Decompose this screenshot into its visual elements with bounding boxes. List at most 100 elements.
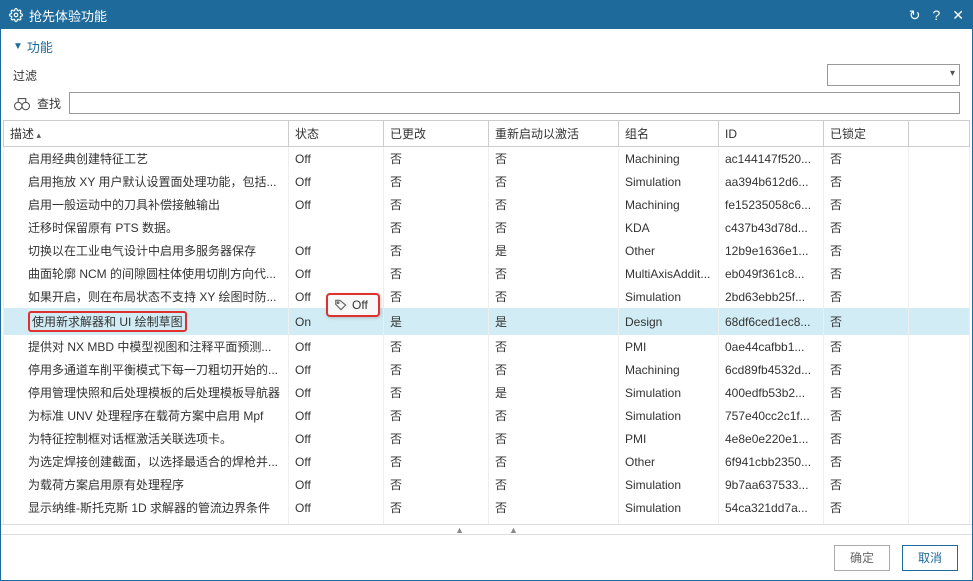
cell-locked: 否 bbox=[824, 519, 909, 524]
cell-group: Simulation bbox=[619, 170, 719, 193]
cell-group: MultiAxisAddit... bbox=[619, 262, 719, 285]
table-row[interactable]: 显示纳维-斯托克斯 1D 求解器的管流边界条件Off否否Simulation54… bbox=[4, 496, 970, 519]
cell-changed: 否 bbox=[384, 335, 489, 358]
cell-changed: 否 bbox=[384, 473, 489, 496]
cell-changed: 否 bbox=[384, 519, 489, 524]
cell-state[interactable]: Off bbox=[289, 519, 384, 524]
binoculars-icon[interactable] bbox=[13, 95, 33, 111]
cell-desc: 启用一般运动中的刀具补偿接触输出 bbox=[4, 193, 289, 216]
cell-state[interactable]: Off bbox=[289, 473, 384, 496]
col-header-restart[interactable]: 重新启动以激活 bbox=[489, 121, 619, 147]
cell-group: PMI bbox=[619, 335, 719, 358]
table-row[interactable]: 提供对 NX MBD 中模型视图和注释平面预测...Off否否PMI0ae44c… bbox=[4, 335, 970, 358]
cell-id: 757e40cc2c1f... bbox=[719, 404, 824, 427]
table-row[interactable]: 曲面轮廓 NCM 的间隙圆柱体使用切削方向代...Off否否MultiAxisA… bbox=[4, 262, 970, 285]
col-header-locked[interactable]: 已锁定 bbox=[824, 121, 909, 147]
cell-state[interactable]: Off bbox=[289, 193, 384, 216]
cell-restart: 否 bbox=[489, 427, 619, 450]
col-header-state[interactable]: 状态 bbox=[289, 121, 384, 147]
search-input[interactable] bbox=[69, 92, 960, 114]
ok-button[interactable]: 确定 bbox=[834, 545, 890, 571]
col-header-desc[interactable]: 描述 bbox=[4, 121, 289, 147]
cell-state[interactable]: Off bbox=[289, 147, 384, 171]
cell-changed: 否 bbox=[384, 193, 489, 216]
cell-locked: 否 bbox=[824, 427, 909, 450]
table-row[interactable]: 切换以在工业电气设计中启用多服务器保存Off否是Other12b9e1636e1… bbox=[4, 239, 970, 262]
cell-locked: 否 bbox=[824, 308, 909, 335]
cell-state[interactable]: Off bbox=[289, 262, 384, 285]
cell-id: 54ca321dd7a... bbox=[719, 496, 824, 519]
cell-desc: 曲面轮廓 NCM 的间隙圆柱体使用切削方向代... bbox=[4, 262, 289, 285]
cell-id: 8473233d8d2... bbox=[719, 519, 824, 524]
table-row[interactable]: 停用管理快照和后处理模板的后处理模板导航器Off否是Simulation400e… bbox=[4, 381, 970, 404]
table-row[interactable]: 为特征控制框对话框激活关联选项卡。Off否否PMI4e8e0e220e1...否 bbox=[4, 427, 970, 450]
close-icon[interactable]: ✕ bbox=[952, 7, 964, 24]
titlebar: 抢先体验功能 ↻ ? ✕ bbox=[1, 1, 972, 29]
cell-desc: 为标准 UNV 处理程序在载荷方案中启用 Mpf bbox=[4, 404, 289, 427]
cell-state[interactable]: Off bbox=[289, 381, 384, 404]
footer: 确定 取消 bbox=[1, 534, 972, 580]
cell-restart: 否 bbox=[489, 404, 619, 427]
cell-id: 6cd89fb4532d... bbox=[719, 358, 824, 381]
cell-locked: 否 bbox=[824, 193, 909, 216]
filter-dropdown[interactable] bbox=[827, 64, 960, 86]
table-row[interactable]: 停用多通道车削平衡模式下每一刀粗切开始的...Off否否Machining6cd… bbox=[4, 358, 970, 381]
cell-locked: 否 bbox=[824, 147, 909, 171]
cell-group: Simulation bbox=[619, 285, 719, 308]
cell-restart: 否 bbox=[489, 285, 619, 308]
grid: 描述 状态 已更改 重新启动以激活 组名 ID 已锁定 启用经典创建特征工艺Of… bbox=[3, 120, 970, 524]
cell-group: Simulation bbox=[619, 473, 719, 496]
cell-id: 6f941cbb2350... bbox=[719, 450, 824, 473]
cell-restart: 是 bbox=[489, 239, 619, 262]
cell-state[interactable]: Off bbox=[289, 170, 384, 193]
cell-changed: 否 bbox=[384, 404, 489, 427]
resizer-handle[interactable]: ▲ xxxxxxxxxx ▲ bbox=[1, 524, 972, 534]
cancel-button[interactable]: 取消 bbox=[902, 545, 958, 571]
refresh-icon[interactable]: ↻ bbox=[909, 7, 921, 24]
table-row[interactable]: 迁移时保留原有 PTS 数据。否否KDAc437b43d78d...否 bbox=[4, 216, 970, 239]
table-row[interactable]: 如果开启，则在布局状态不支持 XY 绘图时防...Off否否Simulation… bbox=[4, 285, 970, 308]
window-title: 抢先体验功能 bbox=[29, 6, 909, 25]
cell-changed: 否 bbox=[384, 239, 489, 262]
cell-id: 12b9e1636e1... bbox=[719, 239, 824, 262]
cell-id: 400edfb53b2... bbox=[719, 381, 824, 404]
table-row[interactable]: 用户可以使用过切检查对话框检查 IPW 碰撞Off否否Machining8473… bbox=[4, 519, 970, 524]
cell-state[interactable]: Off bbox=[289, 358, 384, 381]
state-tooltip[interactable]: Off bbox=[326, 293, 380, 317]
cell-restart: 否 bbox=[489, 473, 619, 496]
cell-state[interactable]: Off bbox=[289, 404, 384, 427]
section-header[interactable]: ▼ 功能 bbox=[1, 29, 972, 62]
table-row[interactable]: 启用拖放 XY 用户默认设置面处理功能，包括...Off否否Simulation… bbox=[4, 170, 970, 193]
cell-state[interactable] bbox=[289, 216, 384, 239]
table-row[interactable]: 为选定焊接创建截面，以选择最适合的焊枪并...Off否否Other6f941cb… bbox=[4, 450, 970, 473]
cell-desc: 启用经典创建特征工艺 bbox=[4, 147, 289, 171]
col-header-id[interactable]: ID bbox=[719, 121, 824, 147]
cell-locked: 否 bbox=[824, 404, 909, 427]
cell-state[interactable]: Off bbox=[289, 335, 384, 358]
col-header-changed[interactable]: 已更改 bbox=[384, 121, 489, 147]
table-row[interactable]: 使用新求解器和 UI 绘制草图On是是Design68df6ced1ec8...… bbox=[4, 308, 970, 335]
cell-state[interactable]: Off bbox=[289, 450, 384, 473]
cell-group: Machining bbox=[619, 519, 719, 524]
table-row[interactable]: 为标准 UNV 处理程序在载荷方案中启用 MpfOff否否Simulation7… bbox=[4, 404, 970, 427]
col-header-group[interactable]: 组名 bbox=[619, 121, 719, 147]
cell-state[interactable]: Off bbox=[289, 239, 384, 262]
cell-desc: 停用多通道车削平衡模式下每一刀粗切开始的... bbox=[4, 358, 289, 381]
cell-restart: 否 bbox=[489, 450, 619, 473]
table-row[interactable]: 启用经典创建特征工艺Off否否Machiningac144147f520...否 bbox=[4, 147, 970, 171]
gear-icon bbox=[9, 8, 23, 22]
cell-group: PMI bbox=[619, 427, 719, 450]
table-row[interactable]: 为载荷方案启用原有处理程序Off否否Simulation9b7aa637533.… bbox=[4, 473, 970, 496]
cell-desc: 显示纳维-斯托克斯 1D 求解器的管流边界条件 bbox=[4, 496, 289, 519]
cell-group: Simulation bbox=[619, 496, 719, 519]
cell-desc: 用户可以使用过切检查对话框检查 IPW 碰撞 bbox=[4, 519, 289, 524]
cell-state[interactable]: Off bbox=[289, 496, 384, 519]
cell-locked: 否 bbox=[824, 450, 909, 473]
cell-changed: 否 bbox=[384, 381, 489, 404]
help-icon[interactable]: ? bbox=[932, 7, 940, 24]
cell-locked: 否 bbox=[824, 335, 909, 358]
cell-changed: 否 bbox=[384, 285, 489, 308]
cell-state[interactable]: Off bbox=[289, 427, 384, 450]
cell-locked: 否 bbox=[824, 473, 909, 496]
table-row[interactable]: 启用一般运动中的刀具补偿接触输出Off否否Machiningfe15235058… bbox=[4, 193, 970, 216]
